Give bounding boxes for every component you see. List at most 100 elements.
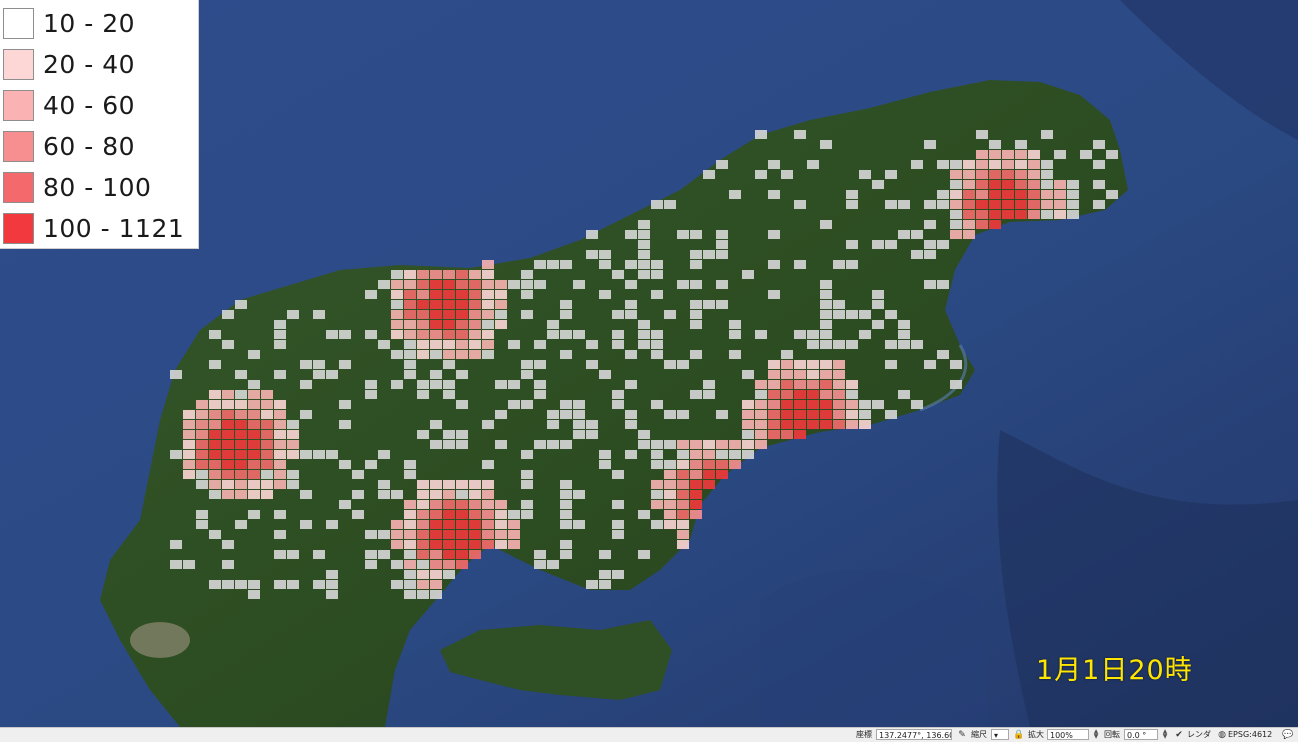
grid-cell bbox=[612, 310, 624, 319]
grid-cell bbox=[677, 520, 689, 529]
render-checkbox-icon[interactable]: ✔ bbox=[1173, 729, 1185, 741]
grid-cell bbox=[885, 240, 897, 249]
grid-cell bbox=[404, 360, 416, 369]
grid-cell bbox=[404, 540, 416, 549]
grid-cell bbox=[456, 400, 468, 409]
grid-cell bbox=[781, 170, 793, 179]
grid-cell bbox=[1067, 210, 1079, 219]
grid-cell bbox=[781, 370, 793, 379]
grid-cell bbox=[261, 440, 273, 449]
grid-cell bbox=[248, 410, 260, 419]
grid-cell bbox=[404, 270, 416, 279]
grid-cell bbox=[703, 480, 715, 489]
grid-cell bbox=[443, 380, 455, 389]
grid-cell bbox=[716, 250, 728, 259]
grid-cell bbox=[339, 500, 351, 509]
grid-cell bbox=[456, 300, 468, 309]
grid-cell bbox=[261, 490, 273, 499]
grid-cell bbox=[235, 430, 247, 439]
grid-cell bbox=[534, 260, 546, 269]
grid-cell bbox=[638, 220, 650, 229]
grid-cell bbox=[1041, 200, 1053, 209]
grid-cell bbox=[404, 520, 416, 529]
grid-cell bbox=[872, 400, 884, 409]
coordinate-field[interactable]: 137.2477°, 136.6026° bbox=[876, 729, 952, 740]
legend-label: 40 - 60 bbox=[43, 90, 136, 120]
grid-cell bbox=[859, 310, 871, 319]
grid-cell bbox=[326, 330, 338, 339]
grid-cell bbox=[690, 390, 702, 399]
scale-dropdown[interactable]: ▾ bbox=[991, 729, 1009, 740]
grid-cell bbox=[1002, 190, 1014, 199]
grid-cell bbox=[742, 450, 754, 459]
messages-icon[interactable]: 💬 bbox=[1282, 729, 1294, 741]
grid-cell bbox=[859, 170, 871, 179]
grid-cell bbox=[534, 550, 546, 559]
crs-button[interactable]: EPSG:4612 bbox=[1228, 729, 1272, 741]
grid-cell bbox=[742, 410, 754, 419]
lock-icon[interactable]: 🔒 bbox=[1013, 729, 1025, 741]
grid-cell bbox=[482, 280, 494, 289]
grid-cell bbox=[820, 420, 832, 429]
grid-cell bbox=[612, 500, 624, 509]
grid-cell bbox=[417, 380, 429, 389]
grid-cell bbox=[417, 430, 429, 439]
grid-cell bbox=[196, 410, 208, 419]
grid-cell bbox=[170, 370, 182, 379]
grid-cell bbox=[300, 520, 312, 529]
grid-cell bbox=[768, 430, 780, 439]
grid-cell bbox=[846, 240, 858, 249]
grid-cell bbox=[794, 370, 806, 379]
grid-cell bbox=[651, 480, 663, 489]
grid-cell bbox=[690, 230, 702, 239]
grid-cell bbox=[469, 480, 481, 489]
grid-cell bbox=[950, 160, 962, 169]
grid-cell bbox=[872, 180, 884, 189]
grid-cell bbox=[469, 270, 481, 279]
grid-cell bbox=[404, 300, 416, 309]
grid-cell bbox=[599, 580, 611, 589]
grid-cell bbox=[612, 470, 624, 479]
grid-cell bbox=[495, 410, 507, 419]
coordinate-toggle-icon[interactable]: ✎ bbox=[956, 729, 968, 741]
grid-cell bbox=[521, 470, 533, 479]
legend-swatch bbox=[3, 212, 34, 244]
grid-cell bbox=[1080, 150, 1092, 159]
rotation-field[interactable]: 0.0 ° bbox=[1124, 729, 1158, 740]
grid-cell bbox=[729, 450, 741, 459]
grid-cell bbox=[872, 240, 884, 249]
magnifier-spinner-icon[interactable]: ▲ ▼ bbox=[1092, 729, 1100, 740]
grid-cell bbox=[326, 570, 338, 579]
legend-swatch bbox=[3, 130, 34, 162]
grid-cell bbox=[443, 480, 455, 489]
grid-cell bbox=[625, 230, 637, 239]
grid-cell bbox=[1015, 140, 1027, 149]
magnifier-field[interactable]: 100% bbox=[1047, 729, 1089, 740]
grid-cell bbox=[339, 400, 351, 409]
grid-cell bbox=[1015, 200, 1027, 209]
grid-cell bbox=[417, 480, 429, 489]
rotation-spinner-icon[interactable]: ▲ ▼ bbox=[1161, 729, 1169, 740]
grid-cell bbox=[963, 200, 975, 209]
grid-cell bbox=[716, 410, 728, 419]
grid-cell bbox=[677, 450, 689, 459]
grid-cell bbox=[274, 580, 286, 589]
grid-cell bbox=[469, 530, 481, 539]
globe-icon[interactable]: ◍ bbox=[1216, 729, 1228, 741]
grid-cell bbox=[560, 310, 572, 319]
grid-cell bbox=[235, 520, 247, 529]
grid-cell bbox=[248, 350, 260, 359]
grid-cell bbox=[716, 450, 728, 459]
grid-cell bbox=[599, 460, 611, 469]
grid-cell bbox=[924, 360, 936, 369]
grid-cell bbox=[287, 440, 299, 449]
grid-cell bbox=[326, 450, 338, 459]
grid-cell bbox=[690, 480, 702, 489]
grid-cell bbox=[248, 420, 260, 429]
grid-cell bbox=[651, 520, 663, 529]
grid-cell bbox=[378, 530, 390, 539]
grid-cell bbox=[196, 510, 208, 519]
grid-cell bbox=[417, 290, 429, 299]
legend-item: 20 - 40 bbox=[3, 48, 135, 80]
grid-cell bbox=[430, 330, 442, 339]
